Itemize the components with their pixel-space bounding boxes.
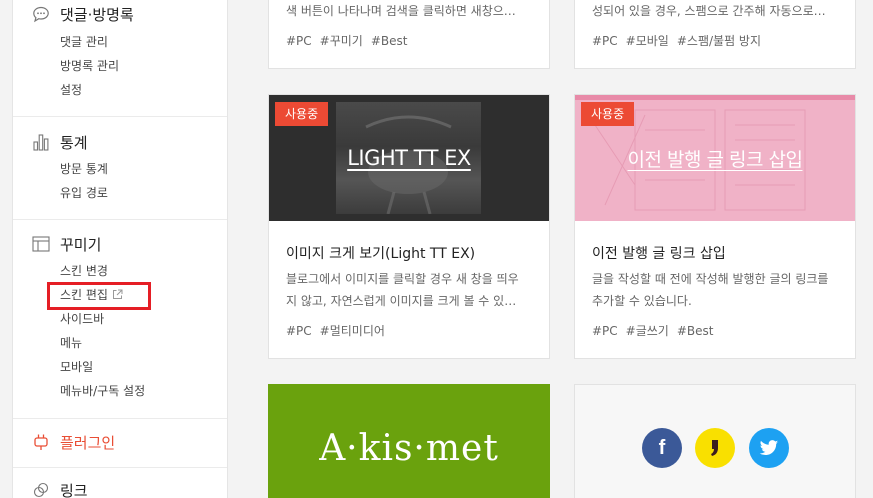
speech-bubble-icon <box>31 4 51 24</box>
bar-chart-icon <box>31 132 51 152</box>
sidebar-item-menubar-subscribe[interactable]: 메뉴바/구독 설정 <box>60 381 145 401</box>
card-title: 이미지 크게 보기(Light TT EX) <box>286 246 476 262</box>
divider <box>13 116 227 117</box>
card-tags: #PC #꾸미기 #Best <box>286 32 416 49</box>
tag[interactable]: #스팸/불펌 방지 <box>677 34 761 48</box>
twitter-icon <box>749 428 789 468</box>
tag[interactable]: #글쓰기 <box>626 324 669 338</box>
divider <box>13 219 227 220</box>
card-description: 글을 작성할 때 전에 작성해 발행한 글의 링크를 추가할 수 있습니다. <box>592 268 838 312</box>
sidebar-section-plugin[interactable]: 플러그인 <box>31 430 115 454</box>
tag[interactable]: #모바일 <box>626 34 669 48</box>
description-line: 블로그에서 이미지를 클릭할 경우 새 창을 띄우 <box>286 272 519 286</box>
sidebar-item-menu[interactable]: 메뉴 <box>60 333 82 353</box>
plugin-card[interactable]: 색 버튼이 나타나며 검색을 클릭하면 새창으… #PC #꾸미기 #Best <box>268 0 550 69</box>
sidebar-section-comments[interactable]: 댓글·방명록 <box>31 2 134 26</box>
tag[interactable]: #PC <box>592 324 618 338</box>
sidebar-section-title: 통계 <box>60 133 88 152</box>
sidebar-item-guestbook-manage[interactable]: 방명록 관리 <box>60 56 119 76</box>
sidebar-section-decorate[interactable]: 꾸미기 <box>31 232 101 256</box>
sidebar-section-title: 댓글·방명록 <box>60 5 134 24</box>
card-description: 성되어 있을 경우, 스팸으로 간주해 자동으로… <box>592 4 826 18</box>
tag[interactable]: #꾸미기 <box>320 34 363 48</box>
kakao-icon <box>695 428 735 468</box>
in-use-badge: 사용중 <box>275 102 329 126</box>
sidebar-item-sidebar[interactable]: 사이드바 <box>60 309 104 329</box>
plugin-card[interactable]: 성되어 있을 경우, 스팸으로 간주해 자동으로… #PC #모바일 #스팸/불펌 … <box>574 0 856 69</box>
divider <box>13 467 227 468</box>
description-line: 지 않고, 자연스럽게 이미지를 크게 볼 수 있… <box>286 294 517 308</box>
sidebar-section-title: 링크 <box>60 481 88 498</box>
sidebar-section-stats[interactable]: 통계 <box>31 130 88 154</box>
in-use-badge: 사용중 <box>581 102 635 126</box>
card-title: 이전 발행 글 링크 삽입 <box>592 246 726 262</box>
sidebar-item-comment-manage[interactable]: 댓글 관리 <box>60 32 108 52</box>
plugin-card-akismet[interactable]: A·kis·met <box>268 384 550 498</box>
layout-icon <box>31 234 51 254</box>
sidebar-section-title: 꾸미기 <box>60 235 102 254</box>
tag[interactable]: #Best <box>371 34 408 48</box>
divider <box>13 418 227 419</box>
facebook-icon: f <box>642 428 682 468</box>
description-line: 추가할 수 있습니다. <box>592 294 692 308</box>
akismet-logo: A·kis·met <box>319 427 499 469</box>
card-description: 블로그에서 이미지를 클릭할 경우 새 창을 띄우 지 않고, 자연스럽게 이미… <box>286 268 532 312</box>
sidebar: 댓글·방명록 댓글 관리 방명록 관리 설정 통계 방문 통계 유입 경로 꾸미… <box>12 0 228 498</box>
description-line: 글을 작성할 때 전에 작성해 발행한 글의 링크를 <box>592 272 829 286</box>
sidebar-item-comment-settings[interactable]: 설정 <box>60 80 82 100</box>
card-tags: #PC #글쓰기 #Best <box>592 322 722 339</box>
tag[interactable]: #PC <box>592 34 618 48</box>
tag[interactable]: #Best <box>677 324 714 338</box>
sidebar-item-mobile[interactable]: 모바일 <box>60 357 93 377</box>
sidebar-section-link[interactable]: 링크 <box>31 478 88 498</box>
thumbnail-title: 이전 발행 글 링크 삽입 <box>627 148 803 171</box>
plug-icon <box>31 432 51 452</box>
sidebar-section-title: 플러그인 <box>60 433 116 452</box>
card-description: 색 버튼이 나타나며 검색을 클릭하면 새창으… <box>286 4 516 18</box>
tag[interactable]: #멀티미디어 <box>320 324 385 338</box>
thumbnail-title: LIGHT TT EX <box>347 146 471 170</box>
tag[interactable]: #PC <box>286 34 312 48</box>
tag[interactable]: #PC <box>286 324 312 338</box>
plugin-card-share[interactable]: f <box>574 384 856 498</box>
link-icon <box>31 480 51 498</box>
card-tags: #PC #모바일 #스팸/불펌 방지 <box>592 32 769 49</box>
sidebar-item-referrer[interactable]: 유입 경로 <box>60 183 108 203</box>
highlight-box <box>47 282 151 310</box>
card-thumbnail: 이전 발행 글 링크 삽입 사용중 <box>575 95 855 221</box>
plugin-card-light-tt-ex[interactable]: LIGHT TT EX 사용중 이미지 크게 보기(Light TT EX) 블… <box>268 94 550 359</box>
card-thumbnail: A·kis·met <box>269 385 549 498</box>
card-thumbnail: LIGHT TT EX 사용중 <box>269 95 549 221</box>
sidebar-item-skin-change[interactable]: 스킨 변경 <box>60 261 108 281</box>
plugin-card-prev-link[interactable]: 이전 발행 글 링크 삽입 사용중 이전 발행 글 링크 삽입 글을 작성할 때… <box>574 94 856 359</box>
card-tags: #PC #멀티미디어 <box>286 322 393 339</box>
sidebar-item-visit-stats[interactable]: 방문 통계 <box>60 159 108 179</box>
